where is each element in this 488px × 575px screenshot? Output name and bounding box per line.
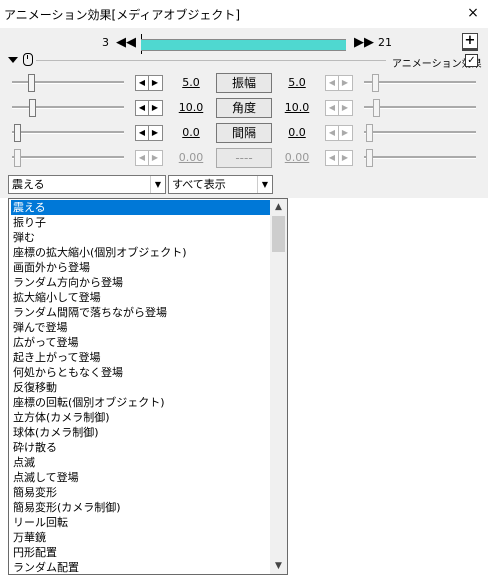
param1-label-button[interactable]: 振幅 [216, 73, 272, 93]
list-item[interactable]: 広がって登場 [11, 335, 271, 350]
param4-left-slider[interactable] [14, 149, 21, 167]
filter-select-value: すべて表示 [172, 178, 226, 191]
param3-right-value[interactable]: 0.0 [280, 126, 314, 139]
spin-left-arrow-icon[interactable]: ◀ [326, 76, 339, 90]
param2-left-spin[interactable]: ◀ ▶ [135, 100, 163, 116]
list-item[interactable]: リール回転 [11, 515, 271, 530]
spin-right-arrow-icon[interactable]: ▶ [149, 126, 161, 140]
end-frame: 21 [378, 36, 392, 49]
list-item[interactable]: 円形配置 [11, 545, 271, 560]
animation-effect-checkbox[interactable]: ✓ [465, 54, 478, 67]
list-item[interactable]: 球体(カメラ制御) [11, 425, 271, 440]
param3-left-value[interactable]: 0.0 [174, 126, 208, 139]
param1-right-spin[interactable]: ◀ ▶ [325, 75, 353, 91]
list-item[interactable]: 座標の拡大縮小(個別オブジェクト) [11, 245, 271, 260]
param4-right-track [364, 156, 476, 159]
param2-right-value[interactable]: 10.0 [280, 101, 314, 114]
effect-select-value: 震える [12, 178, 45, 191]
spin-left-arrow-icon[interactable]: ◀ [326, 151, 339, 165]
list-item[interactable]: 何処からともなく登場 [11, 365, 271, 380]
list-item[interactable]: 起き上がって登場 [11, 350, 271, 365]
spin-right-arrow-icon[interactable]: ▶ [339, 151, 351, 165]
list-item[interactable]: ランダム間隔で落ちながら登場 [11, 305, 271, 320]
spin-right-arrow-icon[interactable]: ▶ [339, 126, 351, 140]
scroll-thumb[interactable] [272, 216, 285, 252]
list-item[interactable]: 点滅 [11, 455, 271, 470]
param2-left-value[interactable]: 10.0 [174, 101, 208, 114]
param2-right-slider[interactable] [373, 99, 380, 117]
param2-right-track [364, 106, 476, 109]
mouse-icon [23, 53, 33, 66]
add-button[interactable]: + [462, 33, 478, 49]
list-item[interactable]: 砕け散る [11, 440, 271, 455]
spin-left-arrow-icon[interactable]: ◀ [326, 126, 339, 140]
spin-right-arrow-icon[interactable]: ▶ [149, 76, 161, 90]
window-title: アニメーション効果[メディアオブジェクト] [4, 8, 241, 22]
next-keyframe-button[interactable]: ▶▶ [354, 35, 374, 51]
list-item[interactable]: 点滅して登場 [11, 470, 271, 485]
param1-left-spin[interactable]: ◀ ▶ [135, 75, 163, 91]
param2-left-slider[interactable] [29, 99, 36, 117]
param1-right-slider[interactable] [372, 74, 379, 92]
param4-left-track [12, 156, 124, 159]
list-scrollbar[interactable]: ▲ ▼ [270, 199, 287, 574]
param2-right-spin[interactable]: ◀ ▶ [325, 100, 353, 116]
chevron-down-icon[interactable]: ▼ [150, 176, 165, 193]
list-item[interactable]: 反復移動 [11, 380, 271, 395]
timeline-bar[interactable] [141, 39, 346, 51]
param4-label-button[interactable]: ---- [216, 148, 272, 168]
spin-left-arrow-icon[interactable]: ◀ [136, 151, 149, 165]
list-item[interactable]: 震える [11, 200, 271, 215]
param3-left-spin[interactable]: ◀ ▶ [135, 125, 163, 141]
spin-left-arrow-icon[interactable]: ◀ [326, 101, 339, 115]
separator-line [36, 60, 386, 61]
param3-right-spin[interactable]: ◀ ▶ [325, 125, 353, 141]
add-button-underline [462, 49, 478, 51]
scroll-up-icon[interactable]: ▲ [270, 199, 287, 215]
list-item[interactable]: 振り子 [11, 215, 271, 230]
spin-left-arrow-icon[interactable]: ◀ [136, 101, 149, 115]
list-item[interactable]: 簡易変形 [11, 485, 271, 500]
spin-right-arrow-icon[interactable]: ▶ [149, 151, 161, 165]
spin-left-arrow-icon[interactable]: ◀ [136, 126, 149, 140]
param3-right-slider[interactable] [366, 124, 373, 142]
list-item[interactable]: 簡易変形(カメラ制御) [11, 500, 271, 515]
effect-select[interactable]: 震える ▼ [8, 175, 166, 194]
list-item[interactable]: 座標の回転(個別オブジェクト) [11, 395, 271, 410]
param4-right-value[interactable]: 0.00 [280, 151, 314, 164]
filter-select[interactable]: すべて表示 ▼ [168, 175, 273, 194]
param2-label-button[interactable]: 角度 [216, 98, 272, 118]
chevron-down-icon[interactable]: ▼ [257, 176, 272, 193]
scroll-down-icon[interactable]: ▼ [270, 558, 287, 574]
param4-left-value[interactable]: 0.00 [174, 151, 208, 164]
spin-right-arrow-icon[interactable]: ▶ [339, 76, 351, 90]
param3-right-track [364, 131, 476, 134]
list-item[interactable]: 画面外から登場 [11, 260, 271, 275]
param1-right-value[interactable]: 5.0 [280, 76, 314, 89]
param1-right-track [364, 81, 476, 84]
title-bar: アニメーション効果[メディアオブジェクト] × [0, 0, 488, 28]
spin-right-arrow-icon[interactable]: ▶ [339, 101, 351, 115]
prev-keyframe-button[interactable]: ◀◀ [116, 35, 136, 51]
spin-right-arrow-icon[interactable]: ▶ [149, 101, 161, 115]
list-item[interactable]: 拡大縮小して登場 [11, 290, 271, 305]
collapse-triangle-icon[interactable] [8, 57, 18, 63]
list-item[interactable]: 万華鏡 [11, 530, 271, 545]
effect-dropdown-list[interactable]: 震える 振り子 弾む 座標の拡大縮小(個別オブジェクト) 画面外から登場 ランダム方向から… [8, 198, 288, 575]
param4-right-slider[interactable] [366, 149, 373, 167]
param3-label-button[interactable]: 間隔 [216, 123, 272, 143]
list-item[interactable]: 弾んで登場 [11, 320, 271, 335]
param1-left-value[interactable]: 5.0 [174, 76, 208, 89]
param4-right-spin[interactable]: ◀ ▶ [325, 150, 353, 166]
param3-left-track [12, 131, 124, 134]
spin-left-arrow-icon[interactable]: ◀ [136, 76, 149, 90]
start-frame: 3 [102, 36, 109, 49]
param1-left-slider[interactable] [28, 74, 35, 92]
list-item[interactable]: ランダム方向から登場 [11, 275, 271, 290]
list-item[interactable]: 立方体(カメラ制御) [11, 410, 271, 425]
close-button[interactable]: × [460, 2, 486, 24]
param3-left-slider[interactable] [14, 124, 21, 142]
param4-left-spin[interactable]: ◀ ▶ [135, 150, 163, 166]
list-item[interactable]: 弾む [11, 230, 271, 245]
